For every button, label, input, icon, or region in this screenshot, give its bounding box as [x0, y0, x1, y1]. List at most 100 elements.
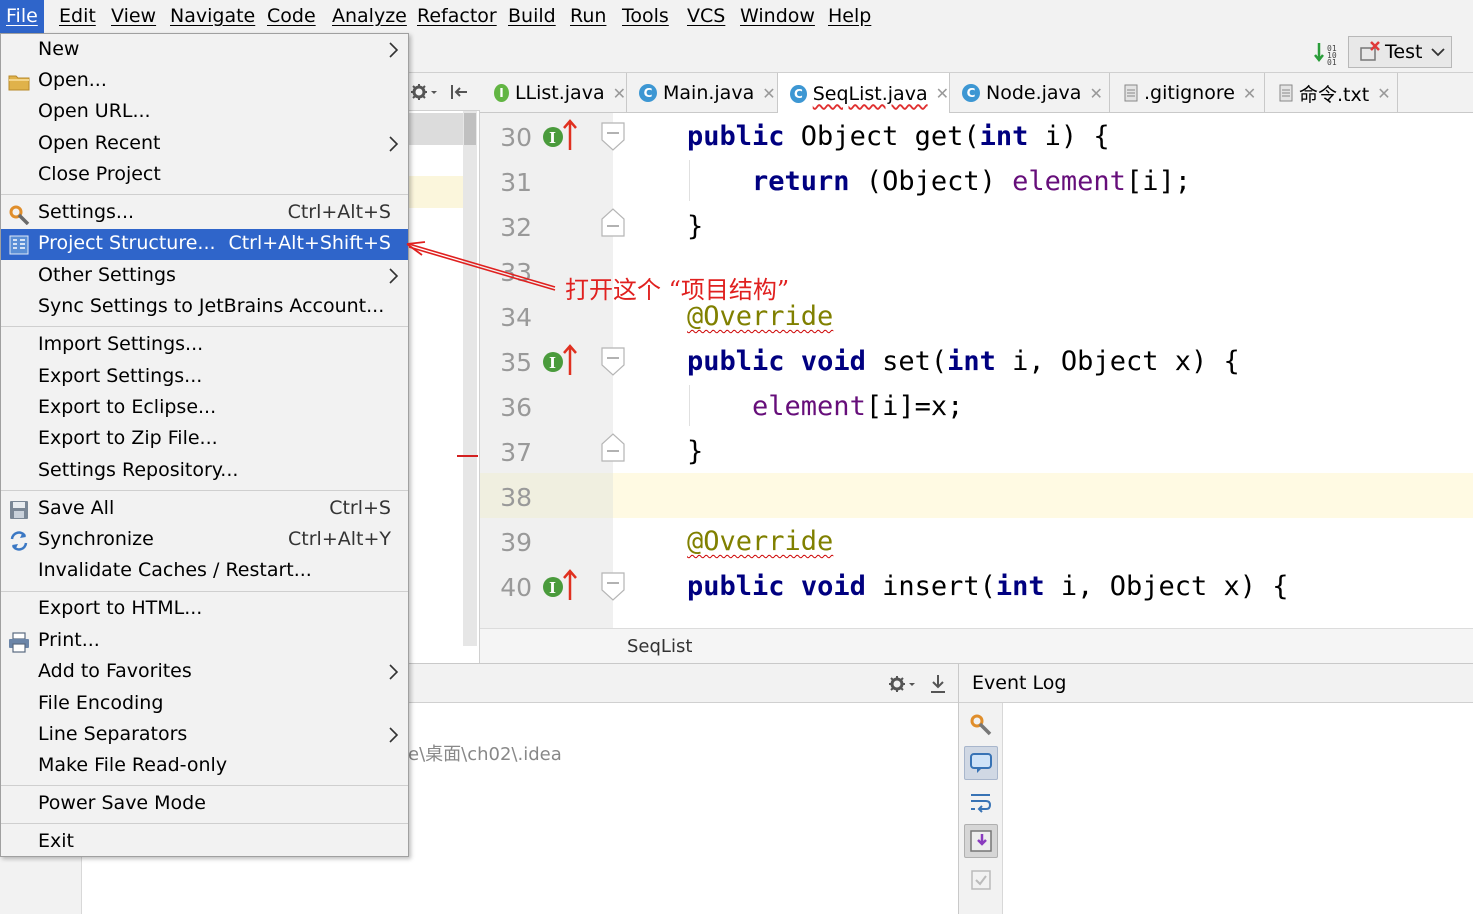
implements-method-icon[interactable]: I: [542, 343, 578, 377]
menu-item-export-to-html[interactable]: Export to HTML...: [1, 594, 408, 625]
tab-main[interactable]: C Main.java ✕: [627, 73, 778, 113]
project-scrollbar-thumb[interactable]: [464, 113, 476, 145]
download-icon[interactable]: [928, 673, 948, 695]
menu-item-label: Other Settings: [38, 263, 176, 286]
implements-method-icon[interactable]: I: [542, 118, 578, 152]
code-text: @Override: [687, 301, 833, 332]
fold-open-icon[interactable]: [601, 347, 625, 377]
menu-item-label: New: [38, 37, 80, 60]
menu-analyze[interactable]: Analyze: [332, 5, 407, 27]
project-scrollbar-track[interactable]: [463, 111, 477, 646]
code-text: }: [687, 436, 703, 467]
svg-text:I: I: [549, 129, 556, 147]
close-icon[interactable]: ✕: [936, 84, 949, 103]
menu-item-file-encoding[interactable]: File Encoding: [1, 689, 408, 720]
code-line[interactable]: 36 element[i]=x;: [480, 383, 1473, 428]
code-line[interactable]: 32}: [480, 203, 1473, 248]
menu-item-project-structure[interactable]: Project Structure... Ctrl+Alt+Shift+S: [1, 229, 408, 261]
menu-item-open-url[interactable]: Open URL...: [1, 97, 408, 128]
event-log-title: Event Log: [972, 672, 1067, 694]
menu-item-import-settings[interactable]: Import Settings...: [1, 330, 408, 361]
menu-refactor[interactable]: Refactor: [417, 5, 497, 27]
line-number: 37: [500, 438, 532, 467]
fold-close-icon[interactable]: [601, 207, 625, 237]
tree-row-highlight[interactable]: [409, 176, 464, 208]
error-stripe-mark[interactable]: [457, 455, 478, 457]
code-line[interactable]: 38: [480, 473, 1473, 518]
menu-item-sync-settings-to-jetbrains-account[interactable]: Sync Settings to JetBrains Account...: [1, 292, 408, 323]
code-line[interactable]: 40 public void insert(int i, Object x) {I: [480, 563, 1473, 608]
mark-read-icon[interactable]: [964, 863, 998, 897]
close-icon[interactable]: ✕: [1089, 84, 1102, 103]
menu-item-label: Open URL...: [38, 100, 151, 123]
close-icon[interactable]: ✕: [762, 84, 775, 103]
menu-vcs[interactable]: VCS: [687, 5, 725, 27]
menu-item-settings-repository[interactable]: Settings Repository...: [1, 456, 408, 487]
menu-navigate[interactable]: Navigate: [170, 5, 255, 27]
menu-build[interactable]: Build: [508, 5, 556, 27]
gear-icon[interactable]: [409, 82, 439, 102]
tab-llist[interactable]: I LList.java ✕: [482, 73, 627, 113]
breadcrumb: SeqList: [480, 628, 1473, 663]
tab-node[interactable]: C Node.java ✕: [950, 73, 1110, 113]
code-line[interactable]: 35 public void set(int i, Object x) {I: [480, 338, 1473, 383]
settings-wrench-icon[interactable]: [964, 707, 998, 741]
fold-open-icon[interactable]: [601, 572, 625, 602]
menu-item-settings[interactable]: Settings... Ctrl+Alt+S: [1, 198, 408, 229]
balloon-icon[interactable]: [964, 746, 998, 780]
close-icon[interactable]: ✕: [1243, 84, 1256, 103]
menu-run[interactable]: Run: [570, 5, 606, 27]
tab-seqlist[interactable]: C SeqList.java ✕: [778, 73, 950, 114]
tree-row-selected[interactable]: [409, 113, 464, 145]
menu-item-exit[interactable]: Exit: [1, 827, 408, 858]
fold-open-icon[interactable]: [601, 122, 625, 152]
menu-item-synchronize[interactable]: Synchronize Ctrl+Alt+Y: [1, 525, 408, 556]
code-line[interactable]: 37}: [480, 428, 1473, 473]
menu-item-export-settings[interactable]: Export Settings...: [1, 362, 408, 393]
code-text: public void set(int i, Object x) {: [687, 346, 1240, 377]
menu-item-print[interactable]: Print...: [1, 626, 408, 657]
implements-method-icon[interactable]: I: [542, 568, 578, 602]
code-line[interactable]: 30 public Object get(int i) {I: [480, 113, 1473, 158]
menu-item-new[interactable]: New: [1, 35, 408, 66]
binary-sort-icon[interactable]: 01 10 01: [1314, 41, 1340, 65]
menu-item-shortcut: Ctrl+Alt+Shift+S: [228, 232, 391, 255]
menu-code[interactable]: Code: [267, 5, 316, 27]
menu-view[interactable]: View: [111, 5, 156, 27]
menu-item-add-to-favorites[interactable]: Add to Favorites: [1, 657, 408, 688]
menu-item-power-save-mode[interactable]: Power Save Mode: [1, 789, 408, 820]
menu-help[interactable]: Help: [828, 5, 871, 27]
menu-item-line-separators[interactable]: Line Separators: [1, 720, 408, 751]
menu-edit[interactable]: Edit: [59, 5, 96, 27]
close-icon[interactable]: ✕: [1377, 84, 1390, 103]
menu-item-open[interactable]: Open...: [1, 66, 408, 97]
menu-item-save-all[interactable]: Save All Ctrl+S: [1, 494, 408, 525]
scroll-to-end-icon[interactable]: [964, 824, 998, 858]
menu-file[interactable]: File: [0, 0, 44, 33]
menu-item-open-recent[interactable]: Open Recent: [1, 129, 408, 160]
tab-gitignore[interactable]: .gitignore ✕: [1110, 73, 1265, 113]
run-configuration-selector[interactable]: Test: [1348, 36, 1452, 68]
code-editor[interactable]: 30 public Object get(int i) {I 31 return (…: [480, 113, 1473, 628]
menu-item-close-project[interactable]: Close Project: [1, 160, 408, 191]
breadcrumb-item[interactable]: SeqList: [627, 636, 692, 657]
code-token: [i]=x;: [865, 391, 964, 422]
menu-window[interactable]: Window: [740, 5, 815, 27]
code-line[interactable]: 31 return (Object) element[i];: [480, 158, 1473, 203]
soft-wrap-icon[interactable]: [964, 785, 998, 819]
gear-icon[interactable]: [887, 674, 917, 694]
menu-item-invalidate-caches-restart[interactable]: Invalidate Caches / Restart...: [1, 556, 408, 587]
menu-tools[interactable]: Tools: [622, 5, 669, 27]
collapse-panel-icon[interactable]: [449, 82, 471, 102]
fold-close-icon[interactable]: [601, 432, 625, 462]
close-icon[interactable]: ✕: [613, 84, 626, 103]
tab-command-txt[interactable]: 命令.txt ✕: [1265, 73, 1398, 113]
menu-item-export-to-eclipse[interactable]: Export to Eclipse...: [1, 393, 408, 424]
code-line[interactable]: 39 @Override: [480, 518, 1473, 563]
menu-item-make-file-read-only[interactable]: Make File Read-only: [1, 751, 408, 782]
menu-item-other-settings[interactable]: Other Settings: [1, 261, 408, 292]
menu-item-label: Settings Repository...: [38, 458, 239, 481]
menu-item-export-to-zip-file[interactable]: Export to Zip File...: [1, 424, 408, 455]
